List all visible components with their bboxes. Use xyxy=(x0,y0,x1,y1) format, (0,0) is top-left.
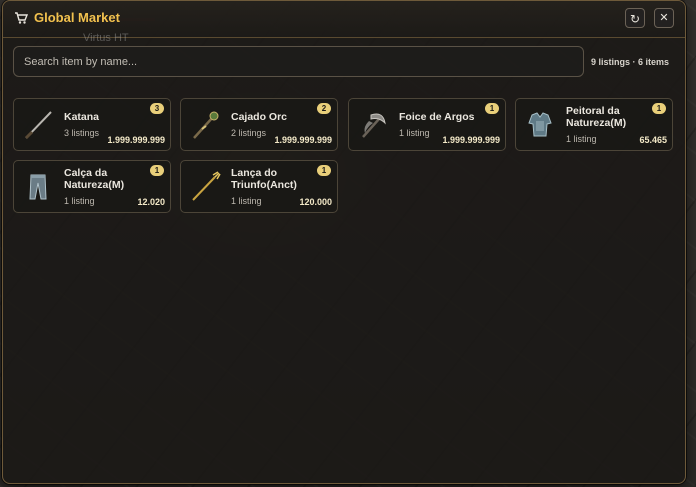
cart-icon xyxy=(15,12,28,24)
item-card-peitoral-da-natureza[interactable]: Peitoral da Natureza(M) 1 listing 65.465… xyxy=(515,98,673,151)
item-name: Katana xyxy=(64,111,100,123)
item-price: 120.000 xyxy=(299,197,332,207)
listing-count-badge: 1 xyxy=(652,103,666,114)
close-button[interactable]: ✕ xyxy=(654,8,674,28)
item-listings: 1 listing xyxy=(231,196,262,206)
nature-chestplate-icon xyxy=(528,112,552,137)
item-price: 1.999.999.999 xyxy=(107,135,165,145)
global-market-window: Global Market ↻ ✕ 9 listings · 6 items K… xyxy=(2,0,686,484)
triumph-lance-icon xyxy=(192,171,221,201)
orc-staff-icon xyxy=(193,111,219,139)
listing-summary: 9 listings · 6 items xyxy=(591,57,670,67)
item-listings: 1 listing xyxy=(566,134,597,144)
listing-count-badge: 1 xyxy=(485,103,499,114)
item-price: 65.465 xyxy=(639,135,667,145)
item-card-cajado-orc[interactable]: Cajado Orc 2 listings 1.999.999.999 2 xyxy=(180,98,338,151)
item-listings: 1 listing xyxy=(64,196,95,206)
window-title: Global Market xyxy=(34,10,120,25)
close-icon: ✕ xyxy=(659,12,669,24)
argos-scythe-icon xyxy=(362,113,386,138)
item-name: Peitoral da Natureza(M) xyxy=(566,105,627,129)
item-listings: 3 listings xyxy=(64,128,100,138)
listing-count-badge: 2 xyxy=(317,103,331,114)
item-listings: 2 listings xyxy=(231,128,267,138)
item-name: Lança do Triunfo(Anct) xyxy=(231,167,297,191)
listing-count-badge: 1 xyxy=(317,165,331,176)
listing-count-badge: 3 xyxy=(150,103,164,114)
item-listings: 1 listing xyxy=(399,128,430,138)
item-price: 12.020 xyxy=(137,197,165,207)
item-price: 1.999.999.999 xyxy=(274,135,332,145)
search-input[interactable] xyxy=(13,46,584,77)
refresh-icon: ↻ xyxy=(629,12,641,26)
item-price: 1.999.999.999 xyxy=(442,135,500,145)
item-card-katana[interactable]: Katana 3 listings 1.999.999.999 3 xyxy=(13,98,171,151)
background-player-name: Virtus HT xyxy=(83,32,129,44)
item-card-lanca-do-triunfo[interactable]: Lança do Triunfo(Anct) 1 listing 120.000… xyxy=(180,160,338,213)
nature-pants-icon xyxy=(29,174,47,200)
katana-icon xyxy=(24,111,52,140)
item-card-foice-de-argos[interactable]: Foice de Argos 1 listing 1.999.999.999 1 xyxy=(348,98,506,151)
listing-count-badge: 1 xyxy=(150,165,164,176)
item-name: Calça da Natureza(M) xyxy=(64,167,125,191)
item-name: Cajado Orc xyxy=(231,111,288,123)
item-card-calca-da-natureza[interactable]: Calça da Natureza(M) 1 listing 12.020 1 xyxy=(13,160,171,213)
refresh-button[interactable]: ↻ xyxy=(625,8,645,28)
item-name: Foice de Argos xyxy=(399,111,475,123)
